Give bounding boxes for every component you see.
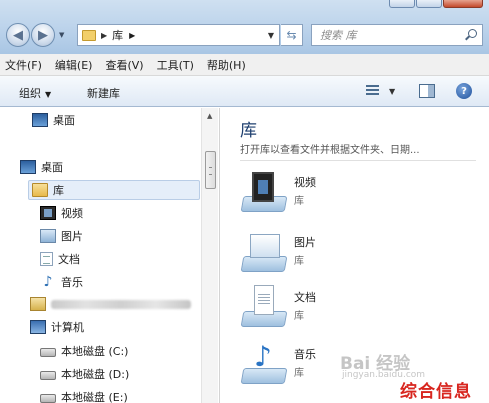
page-subtitle: 打开库以查看文件并根据文件夹、日期...	[240, 145, 420, 156]
close-button[interactable]	[443, 0, 483, 8]
library-item-category: 库	[294, 256, 304, 267]
nav-item-videos[interactable]: 视频	[40, 203, 83, 223]
library-item-documents[interactable]: 文档 库	[240, 283, 460, 339]
header-divider	[240, 160, 476, 161]
nav-item-label: 视频	[61, 207, 83, 220]
pictures-library-icon	[240, 228, 290, 276]
nav-item-desktop[interactable]: 桌面	[20, 157, 63, 177]
forward-arrow-icon: ▶	[38, 27, 48, 43]
breadcrumb-separator-icon[interactable]: ▶	[101, 31, 107, 40]
nav-item-drive-d[interactable]: 本地磁盘 (D:)	[40, 364, 129, 384]
user-folder-icon	[30, 297, 46, 311]
page-title: 库	[240, 121, 257, 141]
address-bar[interactable]: ▶ 库 ▶ ▼	[77, 24, 280, 46]
menu-help[interactable]: 帮助(H)	[207, 57, 246, 73]
back-arrow-icon: ◀	[13, 27, 23, 43]
address-dropdown-icon[interactable]: ▼	[268, 31, 274, 40]
menu-file[interactable]: 文件(F)	[5, 57, 42, 73]
nav-item-label: 图片	[61, 230, 83, 243]
command-bar: 组织 ▼ 新建库 ▼ ?	[0, 76, 489, 107]
picture-icon	[40, 229, 56, 243]
library-item-name: 音乐	[294, 348, 316, 361]
view-options-dropdown-icon[interactable]: ▼	[389, 87, 395, 96]
scrollbar-thumb[interactable]	[205, 151, 216, 189]
library-item-videos[interactable]: 视频 库	[240, 168, 460, 224]
nav-item-label: 音乐	[61, 276, 83, 289]
preview-pane-icon[interactable]	[419, 84, 435, 98]
nav-item-label: 桌面	[41, 161, 63, 174]
navigation-scrollbar[interactable]: ▲	[201, 108, 218, 403]
breadcrumb-separator-icon[interactable]: ▶	[129, 31, 135, 40]
nav-item-label: 库	[53, 184, 64, 197]
library-item-category: 库	[294, 368, 304, 379]
chevron-down-icon: ▼	[45, 90, 52, 99]
menu-edit[interactable]: 编辑(E)	[55, 57, 93, 73]
search-placeholder: 搜索 库	[320, 29, 357, 42]
nav-item-drive-c[interactable]: 本地磁盘 (C:)	[40, 341, 128, 361]
nav-item-libraries[interactable]: 库	[28, 180, 200, 200]
scroll-up-arrow-icon[interactable]: ▲	[207, 112, 212, 120]
blurred-username	[51, 299, 191, 309]
new-library-button[interactable]: 新建库	[87, 85, 120, 101]
computer-icon	[30, 320, 46, 334]
nav-item-label: 本地磁盘 (E:)	[61, 391, 128, 403]
music-library-icon: ♪	[240, 340, 290, 388]
nav-item-label: 计算机	[51, 321, 84, 334]
recent-pages-dropdown-icon[interactable]: ▼	[59, 31, 64, 39]
refresh-button[interactable]: ⇆	[281, 24, 303, 46]
document-icon	[40, 252, 53, 266]
maximize-button[interactable]	[416, 0, 442, 8]
navigation-pane: 桌面 桌面 库 视频 图片 文档 ♪ 音乐 计算机 本地磁盘 (C:) 本地磁盘…	[0, 108, 219, 403]
organize-button[interactable]: 组织 ▼	[19, 85, 51, 101]
nav-item-label: 本地磁盘 (D:)	[61, 368, 130, 381]
library-item-pictures[interactable]: 图片 库	[240, 228, 460, 284]
minimize-button[interactable]	[389, 0, 415, 8]
change-view-icon[interactable]	[366, 85, 379, 97]
grip-icon	[209, 167, 212, 175]
nav-item-label: 桌面	[53, 114, 75, 127]
hard-drive-icon	[40, 371, 56, 380]
search-box[interactable]: 搜索 库	[311, 24, 483, 46]
folder-icon	[82, 29, 96, 41]
menu-bar: 文件(F) 编辑(E) 查看(V) 工具(T) 帮助(H)	[0, 54, 489, 76]
search-icon[interactable]	[465, 29, 477, 41]
nav-item-label: 本地磁盘 (C:)	[61, 345, 129, 358]
nav-item-documents[interactable]: 文档	[40, 249, 80, 269]
video-icon	[40, 206, 56, 220]
desktop-icon	[20, 160, 36, 174]
breadcrumb-library[interactable]: 库	[112, 27, 123, 43]
menu-view[interactable]: 查看(V)	[105, 57, 143, 73]
hard-drive-icon	[40, 348, 56, 357]
library-item-category: 库	[294, 311, 304, 322]
help-icon[interactable]: ?	[456, 83, 472, 99]
back-button[interactable]: ◀	[6, 23, 30, 47]
library-folder-icon	[32, 183, 48, 197]
forward-button[interactable]: ▶	[31, 23, 55, 47]
nav-item-favorites-desktop[interactable]: 桌面	[32, 110, 75, 130]
documents-library-icon	[240, 283, 290, 331]
library-item-name: 图片	[294, 236, 316, 249]
window-controls	[388, 0, 483, 8]
library-item-category: 库	[294, 196, 304, 207]
nav-item-music[interactable]: ♪ 音乐	[40, 272, 83, 292]
window-frame: ◀ ▶ ▼ ▶ 库 ▶ ▼ ⇆ 搜索 库	[0, 0, 489, 54]
desktop-icon	[32, 113, 48, 127]
organize-label: 组织	[19, 87, 41, 100]
music-note-icon: ♪	[43, 274, 53, 290]
menu-tools[interactable]: 工具(T)	[157, 57, 194, 73]
library-item-name: 视频	[294, 176, 316, 189]
library-item-name: 文档	[294, 291, 316, 304]
new-library-label: 新建库	[87, 87, 120, 100]
refresh-icon: ⇆	[286, 28, 297, 42]
nav-item-drive-e[interactable]: 本地磁盘 (E:)	[40, 387, 128, 403]
nav-item-computer[interactable]: 计算机	[30, 317, 84, 337]
nav-item-pictures[interactable]: 图片	[40, 226, 83, 246]
videos-library-icon	[240, 168, 290, 216]
nav-item-label: 文档	[58, 253, 80, 266]
nav-item-user-folder[interactable]	[30, 294, 191, 314]
hard-drive-icon	[40, 394, 56, 403]
site-stamp: 综合信息	[400, 382, 472, 402]
